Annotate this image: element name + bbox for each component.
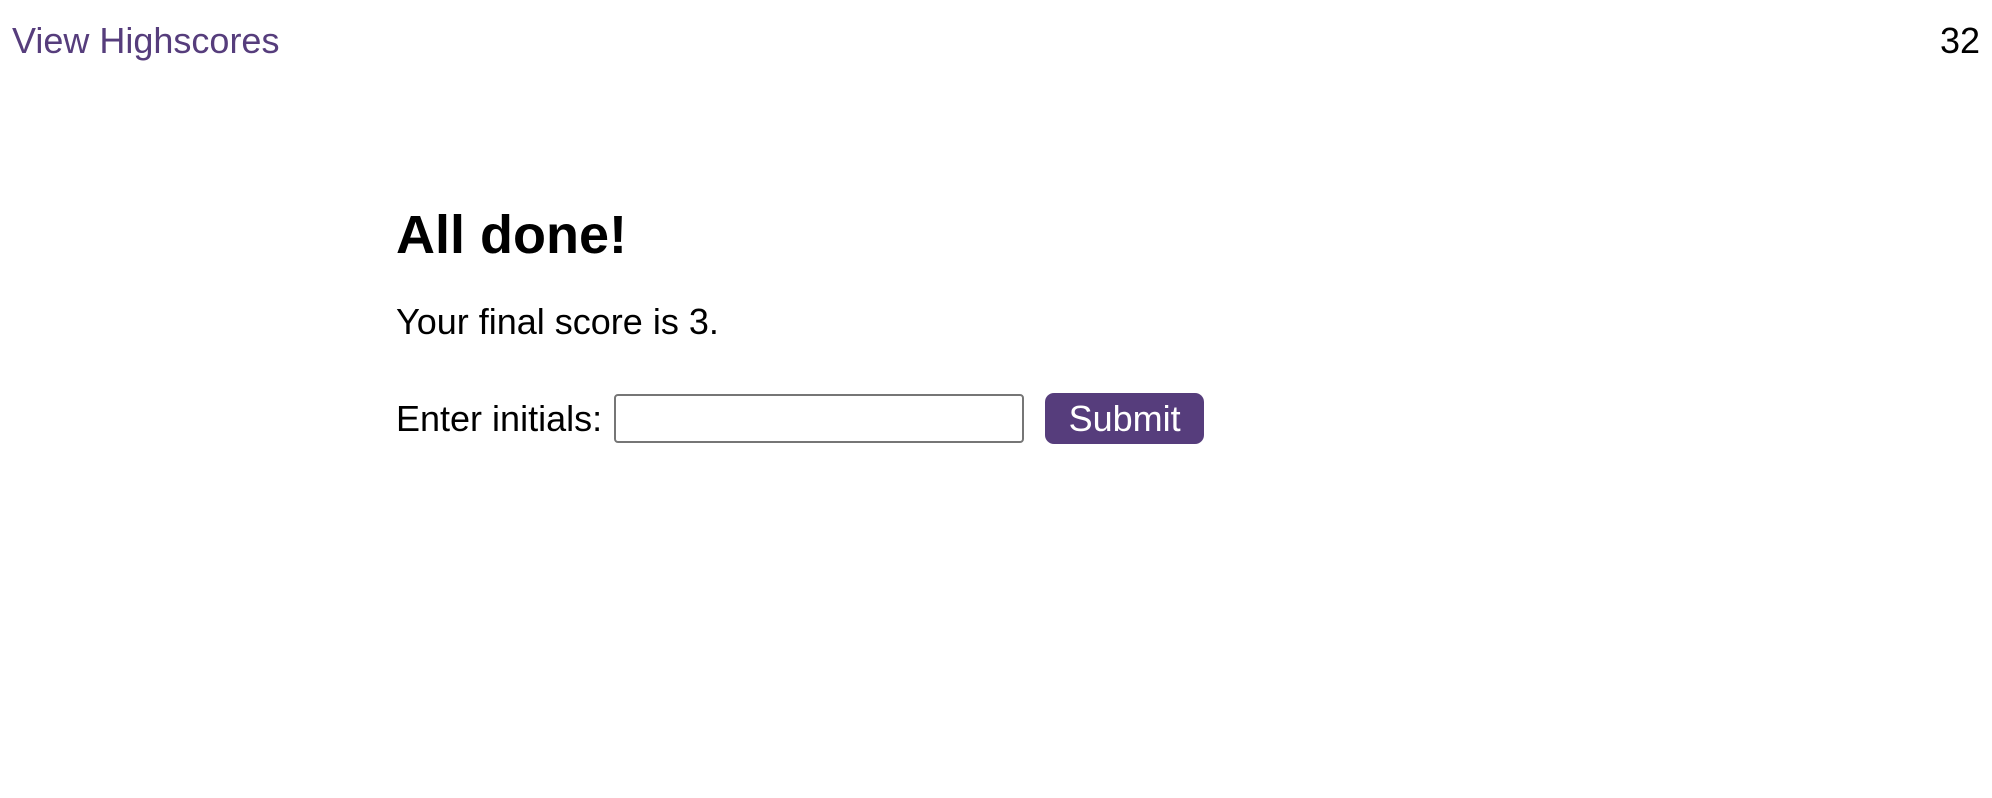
initials-label: Enter initials:	[396, 397, 603, 439]
results-section: All done! Your final score is 3. Enter i…	[396, 200, 1205, 444]
view-highscores-link[interactable]: View Highscores	[12, 19, 279, 63]
timer: 32	[1939, 20, 1980, 61]
initials-input[interactable]	[614, 394, 1025, 443]
page-title: All done!	[396, 205, 627, 265]
final-score-text: Your final score is 3.	[396, 301, 719, 342]
initials-form: Enter initials: Submit	[396, 393, 1205, 444]
submit-button[interactable]: Submit	[1045, 393, 1205, 444]
